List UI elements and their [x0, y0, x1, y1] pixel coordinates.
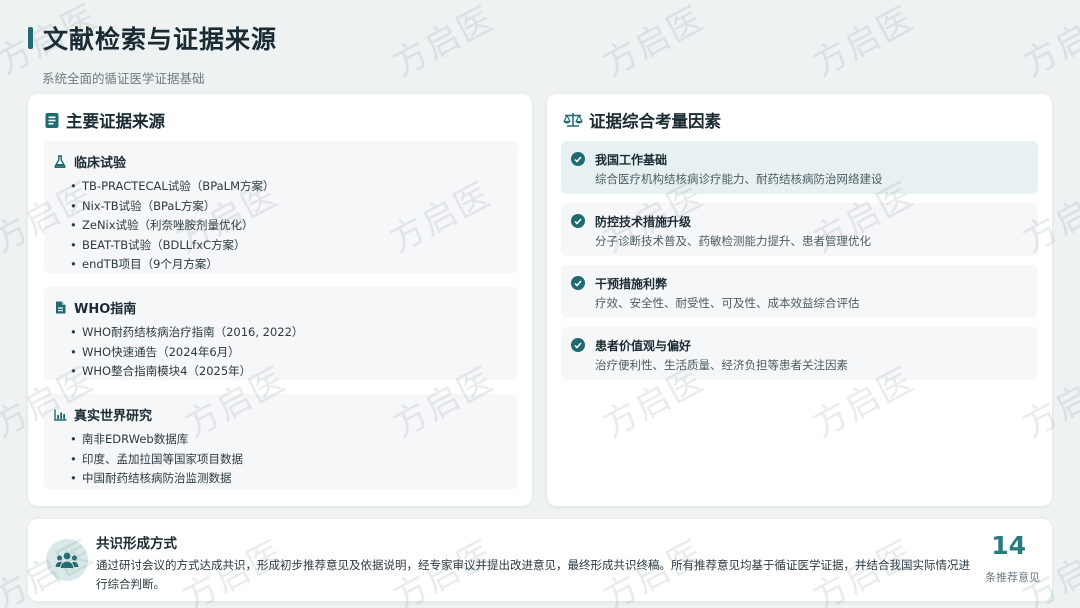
check-circle-icon	[571, 214, 585, 228]
check-circle-icon	[571, 276, 585, 290]
list-item: endTB项目（9个月方案）	[70, 255, 518, 275]
factor-title: 患者价值观与偏好	[595, 339, 692, 353]
evidence-factors-card: 证据综合考量因素 我国工作基础 综合医疗机构结核病诊疗能力、耐药结核病防治网络建…	[547, 94, 1052, 506]
section-title: WHO指南	[74, 302, 137, 317]
consensus-card: 共识形成方式 通过研讨会议的方式达成共识，形成初步推荐意见及依据说明，经专家审议…	[28, 519, 1052, 601]
factor-desc: 治疗便利性、生活质量、经济负担等患者关注因素	[595, 358, 848, 372]
check-circle-icon	[571, 338, 585, 352]
consensus-title: 共识形成方式	[96, 536, 177, 552]
factor-item: 患者价值观与偏好 治疗便利性、生活质量、经济负担等患者关注因素	[561, 327, 1038, 380]
recommendation-count: 14	[991, 531, 1026, 560]
watermark-text: 方启医	[1016, 0, 1080, 85]
list-item: BEAT-TB试验（BDLLfxC方案）	[70, 236, 518, 256]
factor-item: 防控技术措施升级 分子诊断技术普及、药敏检测能力提升、患者管理优化	[561, 203, 1038, 256]
flask-icon	[52, 155, 68, 168]
section-real-world-studies: 真实世界研究 南非EDRWeb数据库 印度、孟加拉国等国家项目数据 中国耐药结核…	[44, 394, 518, 489]
section-title: 真实世界研究	[74, 409, 153, 424]
factor-desc: 分子诊断技术普及、药敏检测能力提升、患者管理优化	[595, 234, 871, 248]
page-header: 文献检索与证据来源 系统全面的循证医学证据基础	[28, 20, 277, 87]
list-item: 南非EDRWeb数据库	[70, 430, 518, 450]
section-title: 临床试验	[74, 156, 127, 171]
recommendation-count-label: 条推荐意见	[985, 571, 1040, 584]
list-item: 印度、孟加拉国等国家项目数据	[70, 450, 518, 470]
watermark-text: 方启医	[386, 0, 501, 85]
book-icon	[44, 112, 60, 129]
evidence-sources-heading: 主要证据来源	[44, 108, 165, 132]
real-world-studies-list: 南非EDRWeb数据库 印度、孟加拉国等国家项目数据 中国耐药结核病防治监测数据	[70, 430, 518, 489]
page-subtitle: 系统全面的循证医学证据基础	[42, 71, 205, 86]
evidence-sources-card: 主要证据来源 临床试验 TB-PRACTECAL试验（BPaLM方案） Nix-…	[28, 94, 532, 506]
list-item: ZeNix试验（利奈唑胺剂量优化）	[70, 216, 518, 236]
file-icon	[52, 301, 68, 314]
list-item: TB-PRACTECAL试验（BPaLM方案）	[70, 177, 518, 197]
evidence-factors-heading: 证据综合考量因素	[563, 108, 721, 132]
check-circle-icon	[571, 152, 585, 166]
factor-item: 我国工作基础 综合医疗机构结核病诊疗能力、耐药结核病防治网络建设	[561, 141, 1038, 194]
watermark-text: 方启医	[596, 0, 711, 85]
factor-item: 干预措施利弊 疗效、安全性、耐受性、可及性、成本效益综合评估	[561, 265, 1038, 318]
factor-title: 防控技术措施升级	[595, 215, 692, 229]
list-item: 中国耐药结核病防治监测数据	[70, 469, 518, 489]
clinical-trials-list: TB-PRACTECAL试验（BPaLM方案） Nix-TB试验（BPaL方案）…	[70, 177, 518, 275]
title-accent-bar	[28, 27, 33, 49]
evidence-sources-title: 主要证据来源	[66, 112, 165, 131]
factor-desc: 综合医疗机构结核病诊疗能力、耐药结核病防治网络建设	[595, 172, 883, 186]
section-who-guidelines: WHO指南 WHO耐药结核病治疗指南（2016, 2022） WHO快速通告（2…	[44, 287, 518, 380]
section-clinical-trials: 临床试验 TB-PRACTECAL试验（BPaLM方案） Nix-TB试验（BP…	[44, 141, 518, 273]
list-item: WHO耐药结核病治疗指南（2016, 2022）	[70, 323, 518, 343]
factor-desc: 疗效、安全性、耐受性、可及性、成本效益综合评估	[595, 296, 860, 310]
page-title: 文献检索与证据来源	[43, 25, 278, 54]
watermark-text: 方启医	[806, 0, 921, 85]
factor-title: 我国工作基础	[595, 153, 668, 167]
consensus-text: 通过研讨会议的方式达成共识，形成初步推荐意见及依据说明，经专家审议并提出改进意见…	[96, 558, 970, 591]
scale-icon	[563, 112, 583, 128]
people-icon	[46, 539, 88, 581]
list-item: WHO快速通告（2024年6月）	[70, 343, 518, 363]
list-item: Nix-TB试验（BPaL方案）	[70, 197, 518, 217]
who-guidelines-list: WHO耐药结核病治疗指南（2016, 2022） WHO快速通告（2024年6月…	[70, 323, 518, 382]
factor-title: 干预措施利弊	[595, 277, 668, 291]
list-item: WHO整合指南模块4（2025年）	[70, 362, 518, 382]
evidence-factors-title: 证据综合考量因素	[589, 112, 721, 131]
bar-chart-icon	[52, 409, 68, 421]
